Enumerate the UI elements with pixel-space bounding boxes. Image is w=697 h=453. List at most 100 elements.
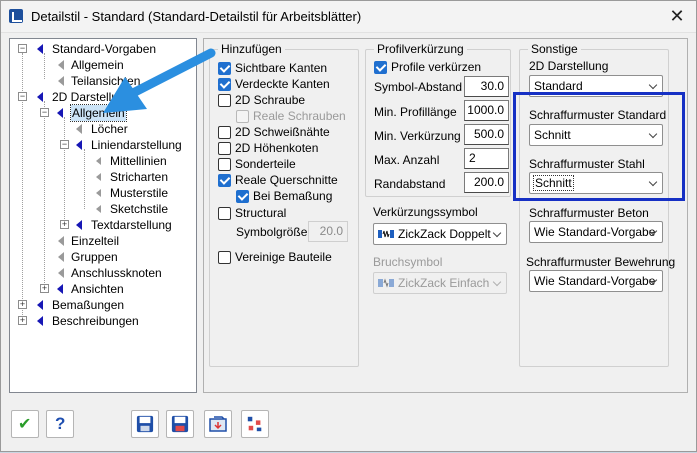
close-button[interactable]: ✕ — [666, 5, 688, 27]
symbolgroesse-input: 20.0 — [308, 221, 348, 242]
verkuerzungssymbol-select[interactable]: ZickZack Doppelt — [373, 223, 507, 245]
help-button[interactable]: ? — [46, 410, 74, 438]
checkbox-box[interactable] — [374, 61, 387, 74]
tree-item-allgemein-2d[interactable]: − Allgemein — [10, 104, 196, 122]
blue-triangle-icon — [57, 284, 63, 294]
tree-item-stricharten[interactable]: Stricharten — [10, 169, 196, 185]
expand-icon[interactable]: + — [18, 300, 27, 309]
tree-item-loecher[interactable]: Löcher — [10, 121, 196, 137]
blue-triangle-icon — [37, 300, 43, 310]
collapse-icon[interactable]: − — [40, 108, 49, 117]
checkbox-box[interactable] — [218, 174, 231, 187]
tree-item-gruppen[interactable]: Gruppen — [10, 249, 196, 265]
group-title: Profilverkürzung — [374, 42, 467, 56]
expand-icon[interactable]: + — [40, 284, 49, 293]
checkbox-label: Sonderteile — [235, 157, 296, 171]
checkbox-box[interactable] — [218, 78, 231, 91]
compare-button[interactable] — [241, 410, 269, 438]
tree-item-bemassungen[interactable]: + Bemaßungen — [10, 297, 196, 313]
blue-triangle-icon — [37, 316, 43, 326]
app-icon — [9, 9, 23, 23]
grey-triangle-icon — [58, 60, 64, 70]
tree-item-sketchstile[interactable]: Sketchstile — [10, 201, 196, 217]
max-anzahl-input[interactable]: 2 — [464, 148, 509, 169]
settings-tree[interactable]: − Standard-Vorgaben Allgemein Teilansich… — [9, 38, 197, 393]
checkbox-box[interactable] — [218, 94, 231, 107]
collapse-icon[interactable]: − — [18, 92, 27, 101]
grey-triangle-icon — [58, 76, 64, 86]
min-verkuerzung-input[interactable]: 500.0 — [464, 124, 509, 145]
checkbox-box — [236, 110, 249, 123]
tree-item-textdarstellung[interactable]: + Textdarstellung — [10, 217, 196, 233]
tree-item-liniendarstellung[interactable]: − Liniendarstellung — [10, 137, 196, 153]
group-title: Sonstige — [528, 42, 581, 56]
randabstand-label: Randabstand — [374, 177, 446, 191]
group-hinzufuegen: Hinzufügen Sichtbare Kanten Verdeckte Ka… — [209, 42, 359, 367]
tree-item-label: 2D Darstellung — [52, 90, 132, 104]
bruchsymbol-select: ZickZack Einfach — [373, 272, 507, 294]
tree-item-label: Einzelteil — [71, 234, 120, 248]
group-profilverkuerzung: Profilverkürzung Profile verkürzen Symbo… — [365, 42, 511, 197]
tree-item-label: Bemaßungen — [52, 298, 125, 312]
save-as-icon — [171, 415, 189, 433]
checkbox-box[interactable] — [218, 207, 231, 220]
checkbox-box[interactable] — [218, 158, 231, 171]
tree-item-label: Anschlussknoten — [71, 266, 162, 280]
checkbox-box[interactable] — [218, 251, 231, 264]
expand-icon[interactable]: + — [60, 220, 69, 229]
grey-triangle-icon — [96, 189, 101, 197]
tree-item-beschreibungen[interactable]: + Beschreibungen — [10, 313, 196, 329]
tree-item-label: Allgemein — [71, 58, 124, 72]
annotation-highlight-box — [513, 92, 685, 201]
blue-triangle-icon — [37, 44, 43, 54]
checkbox-label: Reale Schrauben — [253, 109, 346, 123]
tree-item-teilansichten[interactable]: Teilansichten — [10, 73, 196, 89]
load-button[interactable] — [204, 410, 232, 438]
tree-item-mittellinien[interactable]: Mittellinien — [10, 153, 196, 169]
window-title: Detailstil - Standard (Standard-Detailst… — [31, 9, 362, 24]
tree-item-ansichten[interactable]: + Ansichten — [10, 281, 196, 297]
tree-item-anschlussknoten[interactable]: Anschlussknoten — [10, 265, 196, 281]
checkbox-label: 2D Schweißnähte — [235, 125, 330, 139]
tree-item-label: Ansichten — [71, 282, 124, 296]
select-value: ZickZack Einfach — [398, 276, 490, 290]
collapse-icon[interactable]: − — [60, 140, 69, 149]
ok-button[interactable]: ✔ — [11, 410, 39, 438]
tree-item-einzelteil[interactable]: Einzelteil — [10, 233, 196, 249]
checkbox-box[interactable] — [236, 190, 249, 203]
collapse-icon[interactable]: − — [18, 44, 27, 53]
blue-triangle-icon — [57, 108, 63, 118]
schraffur-beton-select[interactable]: Wie Standard-Vorgabe — [529, 221, 663, 243]
tree-item-allgemein[interactable]: Allgemein — [10, 57, 196, 73]
min-profillaenge-input[interactable]: 1000.0 — [464, 100, 509, 121]
blue-triangle-icon — [37, 92, 43, 102]
select-value: Standard — [534, 79, 583, 93]
load-icon — [209, 416, 227, 432]
schraffur-beton-label: Schraffurmuster Beton — [529, 206, 649, 220]
tree-item-label: Stricharten — [110, 170, 169, 184]
expand-icon[interactable]: + — [18, 316, 27, 325]
symbol-abstand-input[interactable]: 30.0 — [464, 76, 509, 97]
tree-item-label: Mittellinien — [110, 154, 167, 168]
chevron-down-icon — [492, 277, 502, 287]
checkbox-box[interactable] — [218, 142, 231, 155]
schraffur-bewehrung-select[interactable]: Wie Standard-Vorgabe — [529, 270, 663, 292]
checkbox-label: Reale Querschnitte — [235, 173, 338, 187]
checkbox-box[interactable] — [218, 126, 231, 139]
checkbox-box[interactable] — [218, 62, 231, 75]
tree-item-musterstile[interactable]: Musterstile — [10, 185, 196, 201]
tree-item-label: Löcher — [91, 122, 128, 136]
grey-triangle-icon — [58, 252, 64, 262]
randabstand-input[interactable]: 200.0 — [464, 172, 509, 193]
tree-item-2d-darstellung[interactable]: − 2D Darstellung — [10, 89, 196, 105]
select-value: Wie Standard-Vorgabe — [534, 274, 656, 288]
save-as-button[interactable] — [166, 410, 194, 438]
save-button[interactable] — [131, 410, 159, 438]
min-verkuerzung-label: Min. Verkürzung — [374, 129, 461, 143]
zickzack-single-icon — [378, 278, 394, 288]
tree-item-standard-vorgaben[interactable]: − Standard-Vorgaben — [10, 41, 196, 57]
tree-item-label: Standard-Vorgaben — [52, 42, 157, 56]
grey-triangle-icon — [96, 205, 101, 213]
checkbox-label: Structural — [235, 206, 287, 220]
tree-item-label: Liniendarstellung — [91, 138, 182, 152]
